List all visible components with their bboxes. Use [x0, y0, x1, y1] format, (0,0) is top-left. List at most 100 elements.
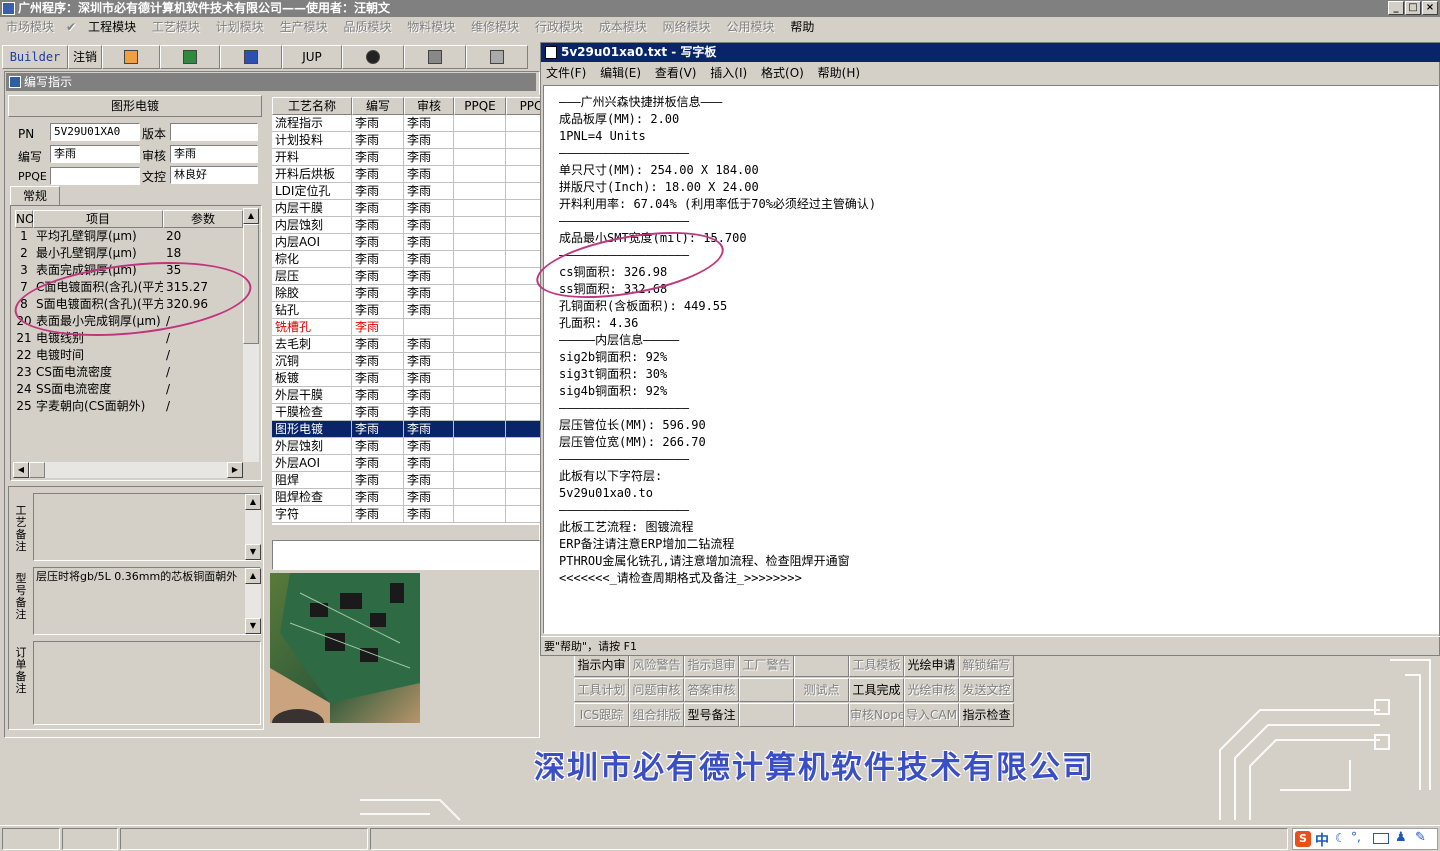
param-row[interactable]: 22 电镀时间 /: [15, 347, 243, 364]
param-row[interactable]: 23 CS面电流密度 /: [15, 364, 243, 381]
param-value[interactable]: 18: [163, 245, 243, 262]
action-button[interactable]: 工具模板: [849, 653, 904, 677]
param-value[interactable]: /: [163, 398, 243, 415]
wordpad-document[interactable]: ———广州兴森快捷拼板信息——— 成品板厚(MM): 2.00 1PNL=4 Uni…: [543, 85, 1439, 634]
menu-cost[interactable]: 成本模块: [593, 17, 653, 37]
param-row[interactable]: 25 字麦朝向(CS面朝外) /: [15, 398, 243, 415]
process-row[interactable]: 外层蚀刻 李雨 李雨: [272, 438, 540, 455]
menu-common[interactable]: 公用模块: [721, 17, 781, 37]
user-icon[interactable]: ♟: [1395, 830, 1407, 845]
process-row[interactable]: 棕化 李雨 李雨: [272, 251, 540, 268]
action-button[interactable]: 指示退审: [684, 653, 739, 677]
param-value[interactable]: /: [163, 347, 243, 364]
ppqe-field[interactable]: [50, 167, 140, 185]
scroll-left-icon[interactable]: ◀: [13, 462, 29, 478]
process-row[interactable]: 字符 李雨 李雨: [272, 506, 540, 523]
settings-icon[interactable]: ✎: [1415, 830, 1426, 845]
param-row[interactable]: 2 最小孔壁铜厚(μm) 18: [15, 245, 243, 262]
minimize-button[interactable]: _: [1388, 1, 1404, 15]
action-button[interactable]: 解锁编写: [959, 653, 1014, 677]
action-button[interactable]: ICS跟踪: [574, 703, 629, 727]
process-row[interactable]: LDI定位孔 李雨 李雨: [272, 183, 540, 200]
maximize-button[interactable]: □: [1405, 1, 1421, 15]
writer-field[interactable]: 李雨: [50, 145, 140, 163]
wp-menu-insert[interactable]: 插入(I): [705, 63, 752, 83]
menu-network[interactable]: 网络模块: [657, 17, 717, 37]
process-row[interactable]: 外层AOI 李雨 李雨: [272, 455, 540, 472]
ime-mode[interactable]: 中: [1315, 830, 1329, 850]
action-button[interactable]: 工厂警告: [739, 653, 794, 677]
pn-field[interactable]: 5V29U01XA0: [50, 123, 140, 141]
wp-menu-format[interactable]: 格式(O): [756, 63, 809, 83]
process-row[interactable]: 流程指示 李雨 李雨: [272, 115, 540, 132]
action-button[interactable]: 型号备注: [684, 703, 739, 727]
version-field[interactable]: [170, 123, 258, 141]
action-button[interactable]: [739, 678, 794, 702]
menu-plan[interactable]: 计划模块: [210, 17, 270, 37]
database-button[interactable]: [404, 45, 466, 69]
scroll-up-icon[interactable]: ▲: [245, 494, 261, 510]
process-row[interactable]: 铣槽孔 李雨: [272, 319, 540, 336]
action-button[interactable]: 问题审核: [629, 678, 684, 702]
menu-process[interactable]: 工艺模块: [146, 17, 206, 37]
process-row[interactable]: 沉铜 李雨 李雨: [272, 353, 540, 370]
keyboard-icon[interactable]: [1373, 833, 1389, 844]
param-hscroll[interactable]: ◀ ▶: [13, 462, 243, 478]
tab-general[interactable]: 常规: [10, 186, 60, 206]
action-button[interactable]: 答案审核: [684, 678, 739, 702]
wp-menu-help[interactable]: 帮助(H): [813, 63, 865, 83]
process-row[interactable]: 阻焊检查 李雨 李雨: [272, 489, 540, 506]
model-remark-scroll[interactable]: ▲ ▼: [245, 568, 261, 634]
powerpoint-button[interactable]: [102, 45, 160, 69]
wp-menu-file[interactable]: 文件(F): [541, 63, 591, 83]
action-button[interactable]: 审核Nope: [849, 703, 904, 727]
wp-menu-view[interactable]: 查看(V): [650, 63, 702, 83]
jup-button[interactable]: JUP: [282, 45, 342, 69]
action-button[interactable]: 导入CAM: [904, 703, 959, 727]
menu-admin[interactable]: 行政模块: [529, 17, 589, 37]
word-button[interactable]: [220, 45, 282, 69]
view-button[interactable]: [342, 45, 404, 69]
param-value[interactable]: /: [163, 381, 243, 398]
process-row[interactable]: 开料后烘板 李雨 李雨: [272, 166, 540, 183]
process-row[interactable]: 内层蚀刻 李雨 李雨: [272, 217, 540, 234]
action-button[interactable]: 风险警告: [629, 653, 684, 677]
builder-button[interactable]: Builder: [2, 45, 68, 69]
process-row[interactable]: 干膜检查 李雨 李雨: [272, 404, 540, 421]
process-remark-field[interactable]: [33, 493, 261, 561]
param-value[interactable]: /: [163, 364, 243, 381]
menu-material[interactable]: 物料模块: [401, 17, 461, 37]
sogou-icon[interactable]: S: [1295, 831, 1311, 847]
action-button[interactable]: 工具完成: [849, 678, 904, 702]
process-row[interactable]: 计划投料 李雨 李雨: [272, 132, 540, 149]
close-button[interactable]: ×: [1422, 1, 1438, 15]
menu-market[interactable]: 市场模块: [0, 17, 60, 37]
process-row[interactable]: 开料 李雨 李雨: [272, 149, 540, 166]
menu-engineering[interactable]: 工程模块: [82, 17, 142, 37]
order-remark-field[interactable]: [33, 641, 261, 725]
process-remark-scroll[interactable]: ▲ ▼: [245, 494, 261, 560]
process-row[interactable]: 去毛刺 李雨 李雨: [272, 336, 540, 353]
action-button[interactable]: 测试点: [794, 678, 849, 702]
wp-menu-edit[interactable]: 编辑(E): [595, 63, 646, 83]
hscroll-thumb[interactable]: [29, 462, 45, 478]
process-row[interactable]: 外层干膜 李雨 李雨: [272, 387, 540, 404]
scroll-down-icon[interactable]: ▼: [245, 618, 261, 634]
action-button[interactable]: [794, 653, 849, 677]
action-button[interactable]: 光绘审核: [904, 678, 959, 702]
param-vscroll[interactable]: ▲: [243, 208, 259, 462]
scroll-up-icon[interactable]: ▲: [245, 568, 261, 584]
action-button[interactable]: 光绘申请: [904, 653, 959, 677]
menu-production[interactable]: 生产模块: [274, 17, 334, 37]
process-row[interactable]: 板镀 李雨 李雨: [272, 370, 540, 387]
excel-button[interactable]: [160, 45, 220, 69]
punct-icon[interactable]: °,: [1351, 830, 1361, 844]
process-row[interactable]: 图形电镀 李雨 李雨: [272, 421, 540, 438]
param-row[interactable]: 1 平均孔壁铜厚(μm) 20: [15, 228, 243, 245]
process-row[interactable]: 内层干膜 李雨 李雨: [272, 200, 540, 217]
action-button[interactable]: [794, 703, 849, 727]
moon-icon[interactable]: ☾: [1335, 831, 1346, 845]
process-row[interactable]: 除胶 李雨 李雨: [272, 285, 540, 302]
scroll-right-icon[interactable]: ▶: [227, 462, 243, 478]
model-remark-field[interactable]: 层压时将gb/5L 0.36mm的芯板铜面朝外: [33, 567, 261, 635]
